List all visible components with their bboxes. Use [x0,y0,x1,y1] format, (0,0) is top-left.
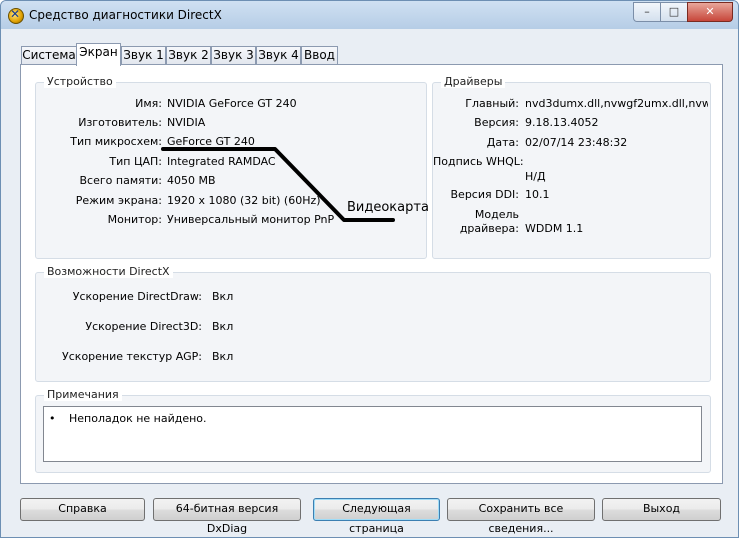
save-all-button[interactable]: Сохранить все сведения... [447,498,595,535]
dxdiag-window: Средство диагностики DirectX – □ ✕ Систе… [0,0,739,538]
exit-button[interactable]: Выход [602,498,721,521]
tab-display[interactable]: Экран [76,43,121,66]
dxdiag-64bit-button[interactable]: 64-битная версия DxDiag [153,498,301,535]
help-button[interactable]: Справка [20,498,145,521]
annotation-overlay [161,147,395,222]
annotation-label: Видеокарта [347,200,429,215]
next-page-button[interactable]: Следующая страница [313,498,440,535]
